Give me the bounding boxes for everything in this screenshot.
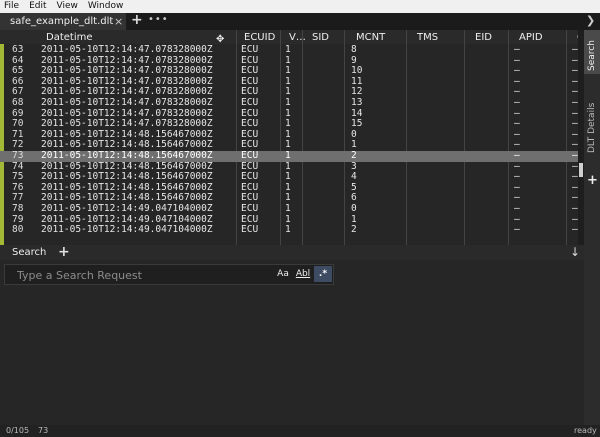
cell-apid: – (514, 150, 520, 161)
cell-version: 1 (285, 97, 291, 108)
cell-datetime: 2011-05-10T12:14:48.156467000Z (41, 150, 213, 161)
sidebar-tab-dlt-details[interactable]: DLT Details (587, 103, 597, 153)
cell-version: 1 (285, 224, 291, 236)
cell-ctid: – (572, 97, 578, 108)
menu-view[interactable]: View (57, 0, 78, 13)
cell-apid: – (514, 224, 520, 236)
table-row[interactable]: 63 2011-05-10T12:14:47.078328000Z ECU 1 8 – – (0, 44, 584, 56)
add-search-icon[interactable]: + (58, 244, 70, 260)
search-panel-title[interactable]: Search (12, 247, 46, 258)
cell-mcnt: 2 (351, 150, 357, 161)
cell-ecuid: ECU (241, 224, 259, 236)
menu-file[interactable]: File (4, 0, 19, 13)
table-row[interactable]: 80 2011-05-10T12:14:49.047104000Z ECU 1 2 – – (0, 225, 584, 236)
chevron-right-icon[interactable]: ❯ (586, 14, 595, 27)
regex-button[interactable]: .* (314, 266, 332, 282)
search-input[interactable] (15, 266, 274, 284)
sidebar-tab-search[interactable]: Search (584, 30, 600, 74)
cell-ctid: – (572, 44, 578, 55)
close-icon[interactable]: × (114, 15, 123, 28)
row-number: 80 (12, 224, 24, 236)
menu-window[interactable]: Window (88, 0, 124, 13)
match-case-button[interactable]: Aa (275, 266, 291, 282)
collapse-panel-icon[interactable]: ↓ (570, 245, 580, 259)
cell-ecuid: ECU (241, 44, 259, 55)
cell-version: 1 (285, 44, 291, 55)
table-row[interactable]: 73 2011-05-10T12:14:48.156467000Z ECU 1 2 – – (0, 150, 584, 162)
cell-apid: – (514, 44, 520, 55)
search-panel-header: Search + ↓ (0, 244, 584, 260)
cell-ctid: – (572, 150, 578, 161)
cell-ctid: – (572, 224, 578, 236)
status-selected-row: 73 (38, 426, 49, 435)
col-eid[interactable]: EID (475, 32, 492, 43)
row-number: 63 (12, 44, 24, 55)
col-ecuid[interactable]: ECUID (244, 32, 275, 43)
cell-ecuid: ECU (241, 97, 259, 108)
whole-word-button[interactable]: Abl (295, 266, 311, 282)
cell-mcnt: 13 (351, 97, 363, 108)
col-sid[interactable]: SID (312, 32, 329, 43)
sidebar-add-icon[interactable]: + (587, 173, 598, 188)
col-apid[interactable]: APID (519, 32, 543, 43)
tab-label: safe_example_dlt.dlt (10, 16, 114, 27)
cell-datetime: 2011-05-10T12:14:49.047104000Z (41, 203, 213, 214)
search-box: Aa Abl .* (4, 264, 334, 285)
menu-edit[interactable]: Edit (29, 0, 46, 13)
cell-datetime: 2011-05-10T12:14:49.047104000Z (41, 224, 213, 236)
menu-bar: File Edit View Window (0, 0, 600, 13)
right-sidebar: Search DLT Details + (584, 30, 600, 425)
cell-datetime: 2011-05-10T12:14:47.078328000Z (41, 97, 213, 108)
status-bar: 0/105 73 ready (0, 425, 600, 437)
cell-ecuid: ECU (241, 203, 259, 214)
sidebar-search-label: Search (587, 40, 597, 71)
cell-ctid: – (572, 203, 578, 214)
row-number: 68 (12, 97, 24, 108)
cell-mcnt: 8 (351, 44, 357, 55)
table-row[interactable]: 78 2011-05-10T12:14:49.047104000Z ECU 1 0 – – (0, 203, 584, 215)
cell-apid: – (514, 203, 520, 214)
col-mcnt[interactable]: MCNT (356, 32, 385, 43)
more-icon[interactable]: ••• (148, 14, 169, 25)
scroll-thumb[interactable] (579, 163, 583, 177)
add-tab-icon[interactable]: + (131, 12, 143, 28)
cell-datetime: 2011-05-10T12:14:47.078328000Z (41, 44, 213, 55)
status-state: ready (574, 426, 597, 435)
cell-version: 1 (285, 203, 291, 214)
cell-mcnt: 0 (351, 203, 357, 214)
cell-version: 1 (285, 150, 291, 161)
column-options-icon[interactable]: ✥ (216, 34, 224, 45)
col-tms[interactable]: TMS (417, 32, 438, 43)
col-datetime[interactable]: Datetime (46, 32, 93, 43)
col-version[interactable]: V… (289, 32, 306, 43)
cell-mcnt: 2 (351, 224, 357, 236)
status-count: 0/105 (6, 426, 30, 435)
cell-ecuid: ECU (241, 150, 259, 161)
log-table: Datetime ECUID V… SID MCNT TMS EID APID … (0, 30, 584, 245)
tab-file[interactable]: safe_example_dlt.dlt × (0, 13, 126, 30)
row-number: 78 (12, 203, 24, 214)
tab-bar: safe_example_dlt.dlt × + ••• ❯ (0, 12, 600, 30)
table-header: Datetime ECUID V… SID MCNT TMS EID APID … (0, 30, 584, 45)
row-number: 73 (12, 150, 24, 161)
table-row[interactable]: 68 2011-05-10T12:14:47.078328000Z ECU 1 13 – – (0, 97, 584, 109)
cell-apid: – (514, 97, 520, 108)
